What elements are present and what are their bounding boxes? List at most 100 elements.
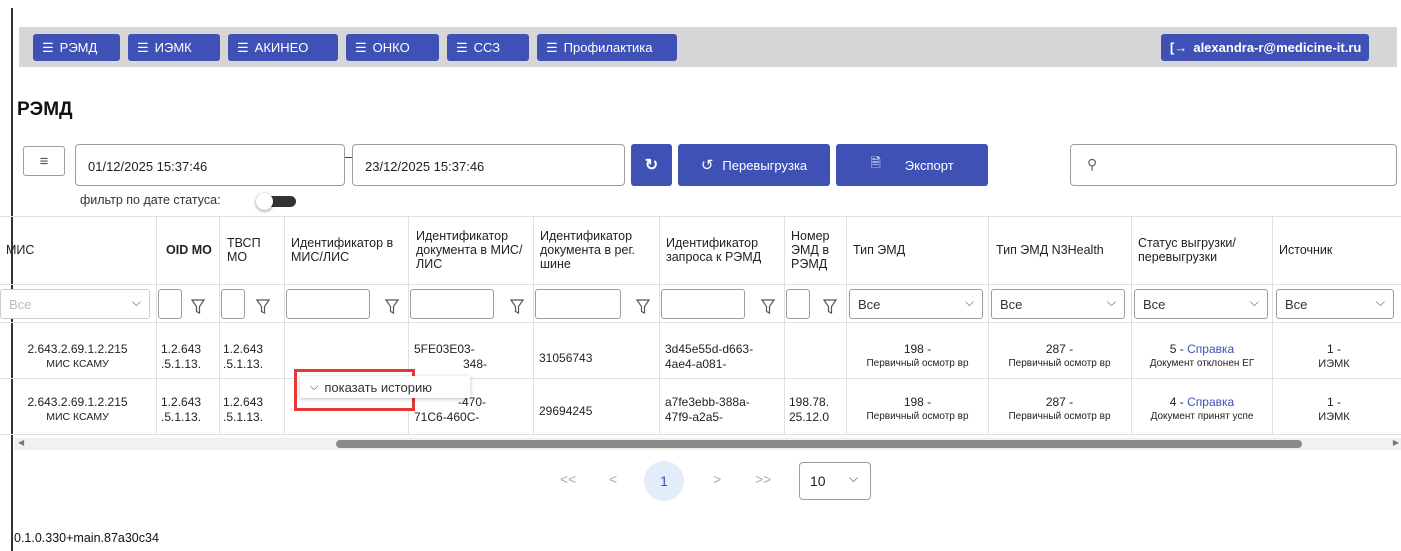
chevron-down-icon: ⌵	[848, 471, 858, 485]
filter-id-mis-input[interactable]	[286, 289, 370, 319]
cell-source: 1 -	[1326, 395, 1341, 409]
col-header-doc-id-bus[interactable]: Идентификатор документа в рег. шине	[534, 216, 658, 284]
last-page-button[interactable]: >>	[755, 471, 771, 487]
funnel-icon[interactable]	[385, 299, 399, 315]
cell-doc-id-bus: 31056743	[539, 351, 593, 365]
reupload-button[interactable]: ↺ Перевыгрузка	[678, 144, 830, 186]
data-table: МИС OID МО ТВСП МО Идентификатор в МИС/Л…	[0, 216, 1401, 440]
cell-tvsp: 1.2.643	[223, 342, 264, 356]
scroll-right-icon[interactable]: ▶	[1393, 438, 1399, 447]
funnel-icon[interactable]	[636, 299, 650, 315]
col-header-emd-type-n3[interactable]: Тип ЭМД N3Health	[990, 216, 1130, 284]
cell-request-id-cont: 47f9-a2a5-	[665, 410, 724, 424]
first-page-button[interactable]: <<	[560, 471, 576, 487]
cell-emd-type-n3-name: Первичный осмотр вр	[1008, 411, 1111, 422]
cell-status-text: Документ принят успе	[1150, 411, 1254, 422]
cell-mis: 2.643.2.69.1.2.215	[27, 395, 128, 409]
page-size-select[interactable]: 10 ⌵	[799, 462, 871, 500]
cell-emd-type-n3: 287 -	[1045, 342, 1074, 356]
filter-tvsp-input[interactable]	[221, 289, 245, 319]
filter-doc-id-mis-input[interactable]	[410, 289, 494, 319]
filter-emd-type-n3-select[interactable]: Все ⌵	[991, 289, 1125, 319]
filter-doc-id-bus-input[interactable]	[535, 289, 621, 319]
nav-remd-button[interactable]: ☰ РЭМД	[33, 34, 120, 61]
search-icon: ⚲	[1087, 156, 1098, 172]
col-header-oid[interactable]: OID МО	[160, 216, 216, 284]
status-date-filter-toggle[interactable]	[256, 193, 300, 210]
list-icon: ☰	[137, 39, 149, 55]
col-header-status[interactable]: Статус выгрузки/ перевыгрузки	[1132, 216, 1272, 284]
chevron-down-icon: ⌵	[131, 295, 141, 309]
cell-doc-id-mis-cont: 348-	[463, 357, 488, 371]
filter-request-id-input[interactable]	[661, 289, 745, 319]
cell-status-text: Документ отклонен ЕГ	[1149, 358, 1255, 369]
cell-emd-type: 198 -	[903, 395, 932, 409]
column-menu-button[interactable]: ≡	[23, 146, 65, 176]
current-page-button[interactable]: 1	[644, 461, 684, 501]
prev-page-button[interactable]: <	[609, 471, 617, 487]
cell-source-name: ИЭМК	[1318, 411, 1350, 423]
user-logout-button[interactable]: [→ alexandra-r@medicine-it.ru	[1161, 34, 1369, 61]
cell-tvsp-cont: .5.1.13.	[223, 410, 264, 424]
nav-ssz-button[interactable]: ☰ ССЗ	[447, 34, 529, 61]
cell-status: 4 - Справка	[1169, 395, 1235, 409]
file-export-icon: 🗎	[870, 155, 881, 170]
scroll-left-icon[interactable]: ◀	[18, 438, 24, 447]
filter-source-select[interactable]: Все ⌵	[1276, 289, 1394, 319]
nav-akineo-button[interactable]: ☰ АКИНЕО	[228, 34, 338, 61]
col-header-mis[interactable]: МИС	[0, 216, 156, 284]
status-reference-link[interactable]: Справка	[1187, 342, 1234, 356]
nav-onko-button[interactable]: ☰ ОНКО	[346, 34, 439, 61]
col-header-request-id[interactable]: Идентификатор запроса к РЭМД	[660, 216, 782, 284]
search-input[interactable]: ⚲	[1070, 144, 1397, 186]
funnel-icon[interactable]	[256, 299, 270, 315]
cell-doc-id-mis-cont: 71C6-460C-	[414, 410, 480, 424]
cell-source: 1 -	[1326, 342, 1341, 356]
date-from-input[interactable]: 01/12/2025 15:37:46	[75, 144, 345, 186]
col-header-tvsp[interactable]: ТВСП МО	[221, 216, 281, 284]
col-header-emd-type[interactable]: Тип ЭМД	[847, 216, 987, 284]
col-header-id-mis[interactable]: Идентификатор в МИС/ЛИС	[285, 216, 405, 284]
app-version: 0.1.0.330+main.87a30c34	[14, 531, 159, 545]
funnel-icon[interactable]	[191, 299, 205, 315]
list-icon: ☰	[42, 39, 54, 55]
undo-icon: ↺	[700, 157, 714, 174]
show-history-button[interactable]: ⌵ показать историю	[300, 376, 470, 398]
filter-mis-select[interactable]: Все ⌵	[0, 289, 150, 319]
toggle-knob	[256, 193, 273, 210]
logout-icon: [→	[1170, 40, 1188, 55]
funnel-icon[interactable]	[761, 299, 775, 315]
refresh-button[interactable]: ↻	[631, 144, 672, 186]
cell-emd-number-cont: 25.12.0	[789, 410, 830, 424]
filter-emd-type-select[interactable]: Все ⌵	[849, 289, 983, 319]
divider	[219, 216, 220, 434]
filter-oid-input[interactable]	[158, 289, 182, 319]
list-icon: ☰	[237, 39, 249, 55]
cell-mis-name: МИС КСАМУ	[46, 358, 109, 370]
col-header-source[interactable]: Источник	[1273, 216, 1401, 284]
funnel-icon[interactable]	[510, 299, 524, 315]
page-title: РЭМД	[17, 99, 73, 120]
cell-request-id: 3d45e55d-d663-	[665, 342, 754, 356]
funnel-icon[interactable]	[823, 299, 837, 315]
nav-iemk-button[interactable]: ☰ ИЭМК	[128, 34, 220, 61]
col-header-emd-number[interactable]: Номер ЭМД в РЭМД	[785, 216, 845, 284]
chevron-down-icon: ⌵	[1106, 295, 1116, 309]
horizontal-scrollbar[interactable]: ◀ ▶	[14, 438, 1401, 450]
chevron-down-icon: ⌵	[1249, 295, 1259, 309]
scrollbar-thumb[interactable]	[336, 440, 1302, 448]
cell-oid: 1.2.643	[161, 342, 202, 356]
divider	[0, 284, 1401, 285]
chevron-down-icon: ⌵	[1375, 295, 1385, 309]
export-button[interactable]: 🗎 Экспорт	[836, 144, 988, 186]
cell-request-id-cont: 4ae4-a081-	[665, 357, 727, 371]
date-range-separator	[345, 157, 352, 158]
next-page-button[interactable]: >	[713, 471, 721, 487]
cell-mis: 2.643.2.69.1.2.215	[27, 342, 128, 356]
filter-status-select[interactable]: Все ⌵	[1134, 289, 1268, 319]
filter-emd-number-input[interactable]	[786, 289, 810, 319]
date-to-input[interactable]: 23/12/2025 15:37:46	[352, 144, 625, 186]
nav-prophylaxis-button[interactable]: ☰ Профилактика	[537, 34, 677, 61]
status-reference-link[interactable]: Справка	[1187, 395, 1234, 409]
col-header-doc-id-mis[interactable]: Идентификатор документа в МИС/ЛИС	[410, 216, 532, 284]
